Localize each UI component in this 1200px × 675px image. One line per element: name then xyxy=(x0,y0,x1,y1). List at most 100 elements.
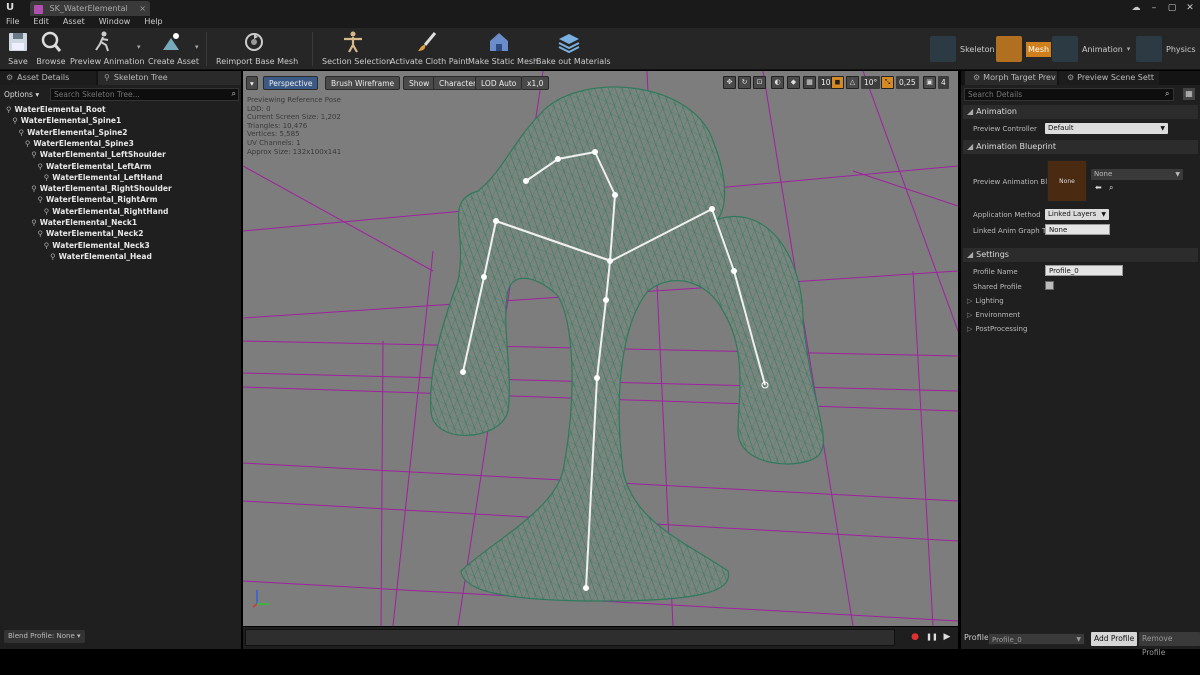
preview-controller-dropdown[interactable]: Default ▼ xyxy=(1045,123,1168,134)
timeline-track[interactable] xyxy=(245,629,895,646)
mode-animation[interactable]: Animation ▾ xyxy=(1052,34,1130,64)
world-space-icon[interactable]: ◐ xyxy=(771,76,784,89)
close-tab-icon[interactable]: × xyxy=(139,1,146,16)
property-matrix-icon[interactable]: ▦ xyxy=(1183,88,1195,100)
skeleton-tree-row[interactable]: ⚲ WaterElemental_Neck3 xyxy=(44,240,150,251)
lighting-category[interactable]: ▷ Lighting xyxy=(967,297,1004,305)
cloud-icon[interactable]: ☁ xyxy=(1130,3,1142,13)
search-icon[interactable]: ⌕ xyxy=(1165,89,1169,99)
tab-skeleton-tree[interactable]: ⚲ Skeleton Tree xyxy=(98,71,241,85)
playback-speed-button[interactable]: x1,0 xyxy=(521,76,550,90)
menu-help[interactable]: Help xyxy=(144,16,162,28)
postprocessing-category[interactable]: ▷ PostProcessing xyxy=(967,325,1027,333)
environment-category[interactable]: ▷ Environment xyxy=(967,311,1020,319)
anim-blueprint-thumbnail[interactable]: None xyxy=(1047,160,1087,202)
mode-mesh[interactable]: Mesh xyxy=(996,34,1052,64)
application-method-dropdown[interactable]: Linked Layers ▼ xyxy=(1045,209,1109,220)
magnifier-icon xyxy=(41,31,62,52)
rotation-snap-value[interactable]: 10° xyxy=(861,76,881,89)
scale-snap-value[interactable]: 0,25 xyxy=(896,76,919,89)
skeleton-tree-row[interactable]: ⚲ WaterElemental_Spine2 xyxy=(19,127,128,138)
rotation-snap-icon[interactable]: △ xyxy=(846,76,859,89)
menu-edit[interactable]: Edit xyxy=(33,16,49,28)
save-button[interactable]: Save xyxy=(4,30,32,68)
pause-button[interactable]: ❚❚ xyxy=(926,631,938,643)
surface-snap-icon[interactable]: ◆ xyxy=(787,76,800,89)
preview-animation-button[interactable]: Preview Animation xyxy=(70,30,144,68)
scale-tool-icon[interactable]: ⊡ xyxy=(753,76,766,89)
tab-preview-scene-settings[interactable]: ⚙ Preview Scene Sett xyxy=(1059,71,1159,85)
use-selected-arrow-icon[interactable]: ⬅ xyxy=(1095,183,1102,192)
skeleton-tree-row[interactable]: ⚲ WaterElemental_RightHand xyxy=(44,206,169,217)
profile-name-field[interactable]: Profile_0 xyxy=(1045,265,1123,276)
create-asset-dropdown-icon[interactable]: ▾ xyxy=(195,43,199,51)
lod-button[interactable]: LOD Auto xyxy=(475,76,523,90)
camera-speed-value[interactable]: 4 xyxy=(938,76,949,89)
skeleton-tree-row[interactable]: ⚲ WaterElemental_Spine3 xyxy=(25,138,134,149)
browse-asset-icon[interactable]: ⌕ xyxy=(1109,183,1113,193)
skeleton-tree-row[interactable]: ⚲ WaterElemental_LeftArm xyxy=(38,161,152,172)
make-static-mesh-button[interactable]: Make Static Mesh xyxy=(468,30,538,68)
grid-snap-icon[interactable]: ▦ xyxy=(803,76,816,89)
viewport[interactable]: ▾ Perspective Brush Wireframe Show Chara… xyxy=(243,71,958,626)
preview-animation-dropdown-icon[interactable]: ▾ xyxy=(137,43,141,51)
minimize-button[interactable]: – xyxy=(1148,3,1160,13)
activate-cloth-paint-button[interactable]: Activate Cloth Paint xyxy=(390,30,469,68)
search-icon[interactable]: ⌕ xyxy=(232,89,236,99)
stats-line: UV Channels: 1 xyxy=(247,138,301,147)
skeleton-tree-row[interactable]: ⚲ WaterElemental_Neck2 xyxy=(38,228,144,239)
select-tool-icon[interactable]: ✥ xyxy=(723,76,736,89)
shared-profile-checkbox[interactable] xyxy=(1045,281,1054,290)
mode-skeleton[interactable]: Skeleton xyxy=(930,34,995,64)
static-mesh-house-icon xyxy=(490,33,508,51)
rotate-tool-icon[interactable]: ↻ xyxy=(738,76,751,89)
skeleton-tree-row[interactable]: ⚲ WaterElemental_LeftShoulder xyxy=(31,149,166,160)
skeleton-tree-row[interactable]: ⚲ WaterElemental_Spine1 xyxy=(12,115,121,126)
right-panel-tabs: ⚙ Morph Target Prev ⚙ Preview Scene Sett xyxy=(961,71,1200,85)
scale-snap-icon[interactable]: ⤡ xyxy=(881,76,894,89)
reimport-base-mesh-button[interactable]: Reimport Base Mesh xyxy=(216,30,298,68)
section-animation[interactable]: ◢ Animation xyxy=(963,105,1198,119)
menu-window[interactable]: Window xyxy=(99,16,131,28)
animation-mode-dropdown-icon[interactable]: ▾ xyxy=(1127,45,1131,53)
add-profile-button[interactable]: Add Profile xyxy=(1091,632,1138,646)
mode-physics[interactable]: Physics xyxy=(1136,34,1196,64)
rotation-snap-toggle-icon[interactable]: ◼ xyxy=(831,76,844,89)
skeleton-tree-row[interactable]: ⚲ WaterElemental_RightShoulder xyxy=(31,183,172,194)
anim-blueprint-asset-dropdown[interactable]: None ▼ xyxy=(1091,169,1183,180)
details-search-input[interactable] xyxy=(964,88,1174,101)
profile-dropdown[interactable]: Profile_0 ▼ xyxy=(988,633,1085,645)
skeleton-tree-row[interactable]: ⚲ WaterElemental_Root xyxy=(6,104,106,115)
options-dropdown-button[interactable]: Options ▾ xyxy=(4,88,39,101)
skeleton-tree-row[interactable]: ⚲ WaterElemental_Neck1 xyxy=(31,217,137,228)
menu-file[interactable]: File xyxy=(6,16,19,28)
skeleton-tree-row[interactable]: ⚲ WaterElemental_LeftHand xyxy=(44,172,163,183)
remove-profile-button[interactable]: Remove Profile xyxy=(1139,632,1200,657)
show-button[interactable]: Show xyxy=(403,76,436,90)
perspective-button[interactable]: Perspective xyxy=(263,76,319,90)
skeleton-tree-row[interactable]: ⚲ WaterElemental_Head xyxy=(50,251,152,262)
section-settings[interactable]: ◢ Settings xyxy=(963,248,1198,262)
section-animation-blueprint[interactable]: ◢ Animation Blueprint xyxy=(963,140,1198,154)
create-asset-icon xyxy=(163,33,179,50)
maximize-button[interactable]: ▢ xyxy=(1166,3,1178,13)
browse-button[interactable]: Browse xyxy=(36,30,66,68)
chevron-down-icon: ▼ xyxy=(1076,636,1081,643)
section-selection-button[interactable]: Section Selection xyxy=(322,30,391,68)
close-window-button[interactable]: ✕ xyxy=(1184,3,1196,13)
document-tab[interactable]: SK_WaterElemental × xyxy=(30,1,150,16)
record-button[interactable]: ● xyxy=(909,631,921,643)
viewport-options-dropdown[interactable]: ▾ xyxy=(246,76,258,90)
camera-speed-icon[interactable]: ▣ xyxy=(923,76,936,89)
skeleton-tree-search-input[interactable] xyxy=(50,88,239,101)
create-asset-button[interactable]: Create Asset xyxy=(148,30,199,68)
linked-anim-graph-field[interactable]: None xyxy=(1045,224,1110,235)
menu-asset[interactable]: Asset xyxy=(63,16,85,28)
bake-out-materials-button[interactable]: Bake out Materials xyxy=(536,30,611,68)
play-forward-button[interactable]: ▶ xyxy=(941,631,953,643)
tab-morph-target-preview[interactable]: ⚙ Morph Target Prev xyxy=(965,71,1057,85)
blend-profile-dropdown[interactable]: Blend Profile: None ▾ xyxy=(4,630,85,643)
brush-wireframe-button[interactable]: Brush Wireframe xyxy=(325,76,401,90)
tab-asset-details[interactable]: ⚙ Asset Details xyxy=(0,71,96,85)
skeleton-tree-row[interactable]: ⚲ WaterElemental_RightArm xyxy=(38,194,158,205)
